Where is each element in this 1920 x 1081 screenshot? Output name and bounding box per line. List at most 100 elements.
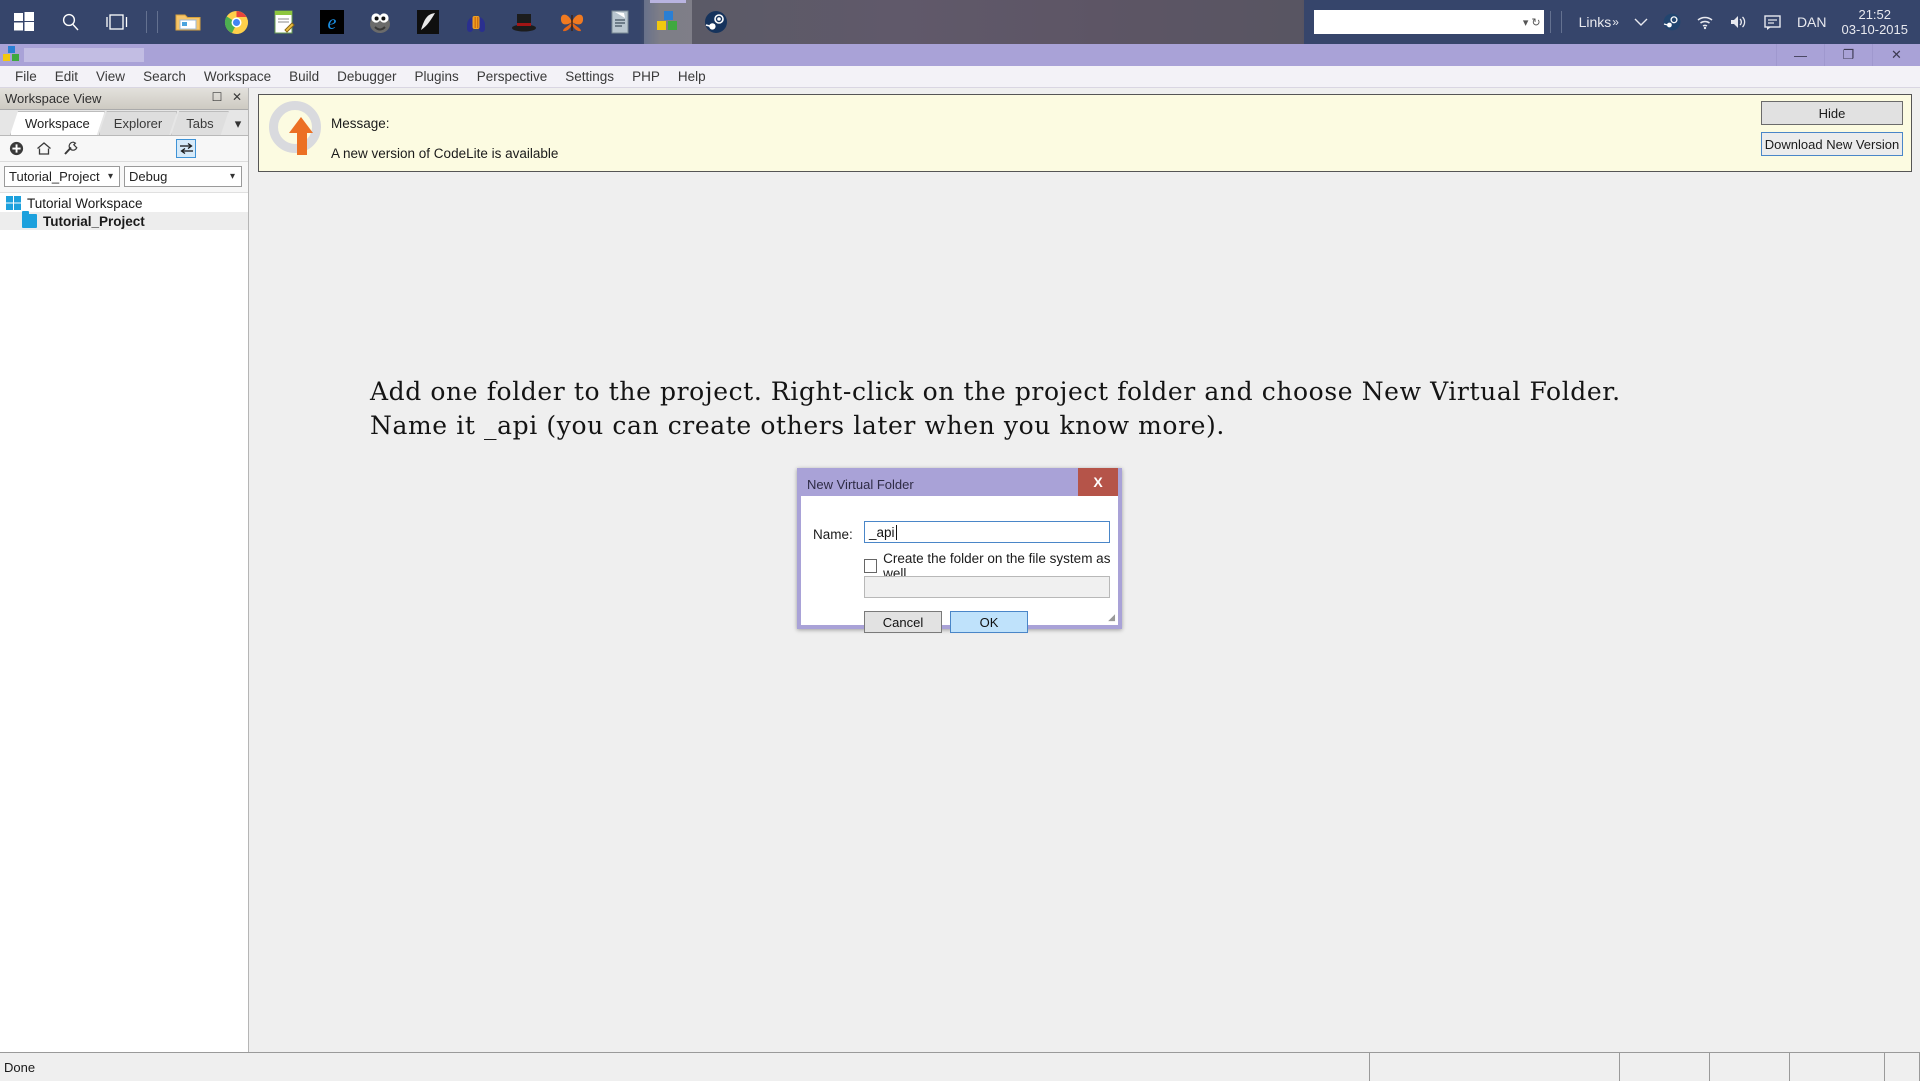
workspace-tabstrip: Workspace Explorer Tabs ▾ bbox=[0, 110, 248, 136]
cancel-button[interactable]: Cancel bbox=[864, 611, 942, 633]
ok-button[interactable]: OK bbox=[950, 611, 1028, 633]
dialog-titlebar: New Virtual Folder X bbox=[801, 472, 1118, 496]
window-titlebar: — ❐ ✕ bbox=[0, 44, 1920, 66]
workspace-icon bbox=[6, 196, 21, 210]
status-cell-1 bbox=[1370, 1053, 1620, 1081]
checkbox-box[interactable] bbox=[864, 559, 877, 573]
folder-name-input[interactable]: _api bbox=[864, 521, 1110, 543]
menu-perspective[interactable]: Perspective bbox=[468, 67, 557, 86]
download-new-version-button[interactable]: Download New Version bbox=[1761, 132, 1903, 156]
taskbar-document-editor-icon[interactable] bbox=[596, 0, 644, 44]
message-text: A new version of CodeLite is available bbox=[331, 139, 558, 169]
swap-arrows-icon[interactable] bbox=[176, 139, 196, 158]
dialog-buttons: Cancel OK bbox=[864, 611, 1028, 633]
status-bar: Done bbox=[0, 1052, 1920, 1080]
status-message: Done bbox=[0, 1053, 1370, 1081]
status-cell-4 bbox=[1790, 1053, 1885, 1081]
project-selector-chevron-down-icon[interactable]: ▾ bbox=[102, 171, 119, 182]
project-selector[interactable]: Tutorial_Project ▾ bbox=[4, 166, 120, 187]
tray-notifications-icon[interactable] bbox=[1756, 0, 1790, 44]
dialog-close-button[interactable]: X bbox=[1078, 468, 1118, 496]
taskbar-tophat-icon[interactable] bbox=[500, 0, 548, 44]
menu-php[interactable]: PHP bbox=[623, 67, 669, 86]
tray-search-refresh-icon[interactable]: ↻ bbox=[1531, 16, 1540, 29]
build-config-selector[interactable]: Debug ▾ bbox=[124, 166, 242, 187]
menu-edit[interactable]: Edit bbox=[46, 67, 87, 86]
tray-clock[interactable]: 21:52 03-10-2015 bbox=[1834, 7, 1920, 37]
taskbar-butterfly-icon[interactable] bbox=[548, 0, 596, 44]
tray-user-label[interactable]: DAN bbox=[1790, 0, 1834, 44]
status-cell-3 bbox=[1710, 1053, 1790, 1081]
search-icon[interactable] bbox=[48, 0, 94, 44]
window-controls: — ❐ ✕ bbox=[1776, 44, 1920, 66]
start-button[interactable] bbox=[0, 0, 48, 44]
clock-time: 21:52 bbox=[1842, 7, 1909, 22]
folder-name-value: _api bbox=[869, 525, 895, 540]
resize-grip-icon[interactable]: ◢ bbox=[1108, 612, 1115, 623]
close-button[interactable]: ✕ bbox=[1872, 44, 1920, 66]
build-config-chevron-down-icon[interactable]: ▾ bbox=[224, 171, 241, 182]
menu-settings[interactable]: Settings bbox=[556, 67, 623, 86]
maximize-button[interactable]: ❐ bbox=[1824, 44, 1872, 66]
wrench-icon[interactable] bbox=[62, 140, 79, 157]
tree-item-label: Tutorial Workspace bbox=[27, 196, 143, 211]
tray-search-input[interactable]: ▾ ↻ bbox=[1314, 10, 1544, 34]
tab-workspace[interactable]: Workspace bbox=[10, 111, 105, 135]
tree-item-project[interactable]: Tutorial_Project bbox=[0, 212, 248, 230]
tree-item-workspace[interactable]: Tutorial Workspace bbox=[0, 194, 248, 212]
update-message-bar: Message: A new version of CodeLite is av… bbox=[258, 94, 1912, 172]
menu-workspace[interactable]: Workspace bbox=[195, 67, 280, 86]
tabs-overflow-chevron-down-icon[interactable]: ▾ bbox=[229, 116, 248, 135]
tab-tabs[interactable]: Tabs bbox=[171, 111, 228, 135]
taskbar-gimp-icon[interactable] bbox=[356, 0, 404, 44]
tray-steam-icon[interactable] bbox=[1656, 0, 1688, 44]
minimize-button[interactable]: — bbox=[1776, 44, 1824, 66]
home-icon[interactable] bbox=[35, 140, 52, 157]
workspace-tree: Tutorial Workspace Tutorial_Project bbox=[0, 192, 248, 1052]
tab-explorer[interactable]: Explorer bbox=[99, 111, 177, 135]
panel-close-icon[interactable]: ✕ bbox=[230, 90, 244, 104]
menu-debugger[interactable]: Debugger bbox=[328, 67, 405, 86]
tray-search-chevron-icon[interactable]: ▾ bbox=[1523, 16, 1529, 29]
taskbar-file-explorer-icon[interactable] bbox=[164, 0, 212, 44]
tray-chevron-up-icon[interactable] bbox=[1626, 0, 1656, 44]
workspace-view-title: Workspace View bbox=[5, 91, 101, 106]
text-caret bbox=[896, 525, 897, 540]
tray-links-overflow: » bbox=[1611, 15, 1619, 29]
update-gear-icon bbox=[269, 101, 327, 161]
hide-button[interactable]: Hide bbox=[1761, 101, 1903, 125]
filesystem-path-input bbox=[864, 576, 1110, 598]
tray-links-label: Links bbox=[1575, 14, 1612, 30]
dialog-body: Name: _api Create the folder on the file… bbox=[801, 496, 1118, 625]
status-cell-5 bbox=[1885, 1053, 1920, 1081]
project-selector-value: Tutorial_Project bbox=[9, 169, 102, 184]
taskbar-notepad-icon[interactable] bbox=[260, 0, 308, 44]
instruction-overlay-text: Add one folder to the project. Right-cli… bbox=[370, 375, 1920, 443]
tray-speaker-icon[interactable] bbox=[1722, 0, 1756, 44]
workspace-view-caption: Workspace View ☐ ✕ bbox=[0, 88, 248, 110]
menu-plugins[interactable]: Plugins bbox=[405, 67, 467, 86]
windows-taskbar: e bbox=[0, 0, 1920, 44]
taskbar-internet-explorer-icon[interactable]: e bbox=[308, 0, 356, 44]
taskbar-audacity-icon[interactable] bbox=[452, 0, 500, 44]
taskbar-inkscape-icon[interactable] bbox=[404, 0, 452, 44]
tray-links[interactable]: Links » bbox=[1568, 0, 1626, 44]
panel-restore-icon[interactable]: ☐ bbox=[210, 90, 224, 104]
menu-build[interactable]: Build bbox=[280, 67, 328, 86]
tree-item-label: Tutorial_Project bbox=[43, 214, 145, 229]
taskbar-codelite-icon[interactable] bbox=[644, 0, 692, 44]
menu-file[interactable]: File bbox=[6, 67, 46, 86]
taskbar-steam-icon[interactable] bbox=[692, 0, 740, 44]
menu-view[interactable]: View bbox=[87, 67, 134, 86]
menu-help[interactable]: Help bbox=[669, 67, 715, 86]
task-view-icon[interactable] bbox=[94, 0, 140, 44]
menu-search[interactable]: Search bbox=[134, 67, 195, 86]
tray-wifi-icon[interactable] bbox=[1688, 0, 1722, 44]
system-tray: ▾ ↻ Links » bbox=[1304, 0, 1920, 44]
new-virtual-folder-dialog: New Virtual Folder X Name: _api Create t… bbox=[797, 468, 1122, 629]
add-icon[interactable] bbox=[8, 140, 25, 157]
update-message-texts: Message: A new version of CodeLite is av… bbox=[331, 95, 558, 169]
workspace-selectors: Tutorial_Project ▾ Debug ▾ bbox=[0, 162, 248, 192]
workspace-view-panel: Workspace View ☐ ✕ Workspace Explorer Ta… bbox=[0, 88, 249, 1052]
taskbar-google-chrome-icon[interactable] bbox=[212, 0, 260, 44]
